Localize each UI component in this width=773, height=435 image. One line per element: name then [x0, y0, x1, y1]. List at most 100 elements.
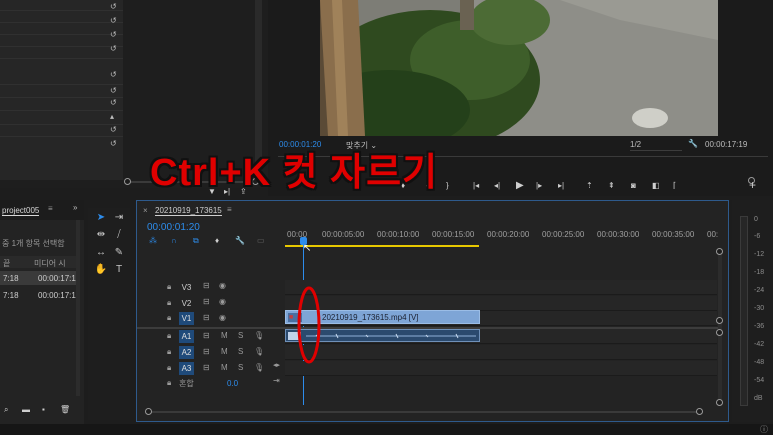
scroll-arrows-icon[interactable]: ◂▸ [273, 361, 280, 369]
extract-icon[interactable]: ⇞ [608, 181, 615, 190]
lock-icon[interactable]: 🔒︎ [167, 313, 171, 323]
sync-icon[interactable]: ⊟ [203, 331, 210, 340]
lock-icon[interactable]: 🔒︎ [167, 378, 171, 388]
eye-icon[interactable]: ◉ [219, 281, 226, 290]
ripple-edit-icon[interactable]: ⇹ [94, 228, 108, 242]
lock-icon[interactable]: 🔒︎ [167, 331, 171, 341]
mute-button[interactable]: M [221, 331, 228, 340]
scroll-handle[interactable] [124, 178, 131, 185]
reset-icon[interactable]: ↺ [110, 139, 117, 148]
track-a3-label[interactable]: A3 [179, 362, 194, 375]
sync-icon[interactable]: ⊟ [203, 313, 210, 322]
lock-icon[interactable]: 🔒︎ [167, 298, 171, 308]
lock-icon[interactable]: 🔒︎ [167, 282, 171, 292]
lock-icon[interactable]: 🔒︎ [167, 363, 171, 373]
reset-icon[interactable]: ↺ [110, 98, 117, 107]
add-button-icon[interactable]: + [749, 178, 756, 192]
type-tool-icon[interactable]: T [112, 263, 126, 277]
mic-icon[interactable]: 🎙︎ [254, 363, 264, 372]
wrench-icon[interactable]: 🔧 [688, 139, 698, 148]
sync-icon[interactable]: ⊟ [203, 347, 210, 356]
linked-selection-icon[interactable]: ⧉ [193, 236, 199, 246]
hand-tool-icon[interactable]: ✋ [94, 263, 108, 277]
tab-project[interactable]: project005 [2, 206, 40, 216]
quality-dropdown[interactable]: 1/2 [630, 140, 641, 149]
trash-icon[interactable]: 🗑 [60, 405, 70, 414]
selection-tool-icon[interactable]: ➤ [94, 211, 108, 225]
lock-icon[interactable]: 🔒︎ [167, 347, 171, 357]
solo-button[interactable]: S [238, 347, 243, 356]
menu-icon[interactable]: ≡ [227, 205, 232, 214]
search-icon[interactable]: ⌕ [4, 405, 8, 415]
sync-icon[interactable]: ⊟ [203, 297, 210, 306]
eye-icon[interactable]: ◉ [219, 313, 226, 322]
snap-icon[interactable]: ∩ [171, 236, 177, 245]
go-to-out-icon[interactable]: ▸| [558, 181, 564, 190]
nav-end-icon[interactable]: ⇥ [273, 376, 280, 385]
column-media[interactable]: 미디어 시 [34, 258, 66, 269]
track-a2-label[interactable]: A2 [179, 346, 194, 359]
scroll-handle[interactable] [145, 408, 152, 415]
reset-icon[interactable]: ↺ [110, 30, 117, 39]
timeline-timecode[interactable]: 00:00:01:20 [147, 222, 200, 233]
track-v2-label[interactable]: V2 [179, 297, 194, 310]
settings-wrench-icon[interactable]: 🔧 [235, 236, 245, 245]
tab-sequence[interactable]: 20210919_173615 [155, 206, 222, 216]
eye-icon[interactable]: ◉ [219, 297, 226, 306]
sync-icon[interactable]: ⊟ [203, 363, 210, 372]
list-item[interactable]: 7:18 00:00:17:1 [0, 288, 76, 302]
scroll-handle[interactable] [716, 248, 723, 255]
track-v3-label[interactable]: V3 [179, 281, 194, 294]
mute-button[interactable]: M [221, 347, 228, 356]
captions-icon[interactable]: ▭ [257, 236, 265, 245]
work-area-bar[interactable] [285, 245, 479, 247]
overflow-icon[interactable]: » [73, 203, 77, 212]
list-item[interactable]: 7:18 00:00:17:1 [0, 271, 76, 285]
track-select-icon[interactable]: ⇥ [112, 211, 126, 225]
solo-button[interactable]: S [238, 363, 243, 372]
add-marker-icon[interactable]: ♦ [215, 236, 219, 245]
step-forward-icon[interactable]: |▸ [536, 181, 542, 190]
slip-tool-icon[interactable]: ↔ [94, 246, 108, 260]
track-v1-label[interactable]: V1 [179, 312, 194, 325]
reset-icon[interactable]: ↺ [110, 70, 117, 79]
close-icon[interactable]: × [143, 206, 148, 215]
track-v3-area[interactable] [285, 280, 717, 295]
pen-tool-icon[interactable]: ✎ [112, 246, 126, 260]
step-back-icon[interactable]: ◂| [494, 181, 500, 190]
reset-icon[interactable]: ↺ [110, 16, 117, 25]
track-a3-area[interactable] [285, 361, 717, 376]
solo-button[interactable]: S [238, 331, 243, 340]
compare-icon[interactable]: ◧ [652, 181, 660, 190]
play-icon[interactable]: ▶ [516, 180, 524, 191]
reset-icon[interactable]: ↺ [110, 86, 117, 95]
info-icon[interactable]: ⓘ [760, 424, 768, 435]
mic-icon[interactable]: 🎙︎ [254, 347, 264, 356]
nest-icon[interactable]: ⁂ [149, 236, 157, 245]
mix-value[interactable]: 0.0 [227, 379, 238, 388]
scroll-handle[interactable] [716, 329, 723, 336]
safe-margins-icon[interactable]: ⌈ [673, 181, 676, 190]
go-to-in-icon[interactable]: |◂ [473, 181, 479, 190]
scroll-handle[interactable] [716, 399, 723, 406]
new-item-icon[interactable]: ▪ [42, 405, 45, 414]
lift-icon[interactable]: ⇡ [586, 181, 593, 190]
column-end[interactable]: 끝 [3, 258, 10, 269]
track-v2-area[interactable] [285, 296, 717, 311]
reset-icon[interactable]: ↺ [110, 2, 117, 11]
collapse-icon[interactable]: ▴ [110, 112, 114, 121]
track-a2-area[interactable] [285, 345, 717, 360]
razor-tool-icon[interactable]: ⧸ [112, 228, 126, 242]
scroll-handle[interactable] [716, 317, 723, 324]
project-scrollbar[interactable] [76, 220, 80, 396]
reset-icon[interactable]: ↺ [110, 44, 117, 53]
new-bin-icon[interactable]: ▬ [22, 405, 30, 414]
mark-out-icon[interactable]: } [446, 181, 449, 190]
reset-icon[interactable]: ↺ [110, 125, 117, 134]
mic-icon[interactable]: 🎙︎ [254, 331, 264, 340]
camera-icon[interactable]: ◙ [631, 181, 636, 190]
sync-icon[interactable]: ⊟ [203, 281, 210, 290]
mute-button[interactable]: M [221, 363, 228, 372]
track-a1-label[interactable]: A1 [179, 330, 194, 343]
scroll-handle[interactable] [696, 408, 703, 415]
